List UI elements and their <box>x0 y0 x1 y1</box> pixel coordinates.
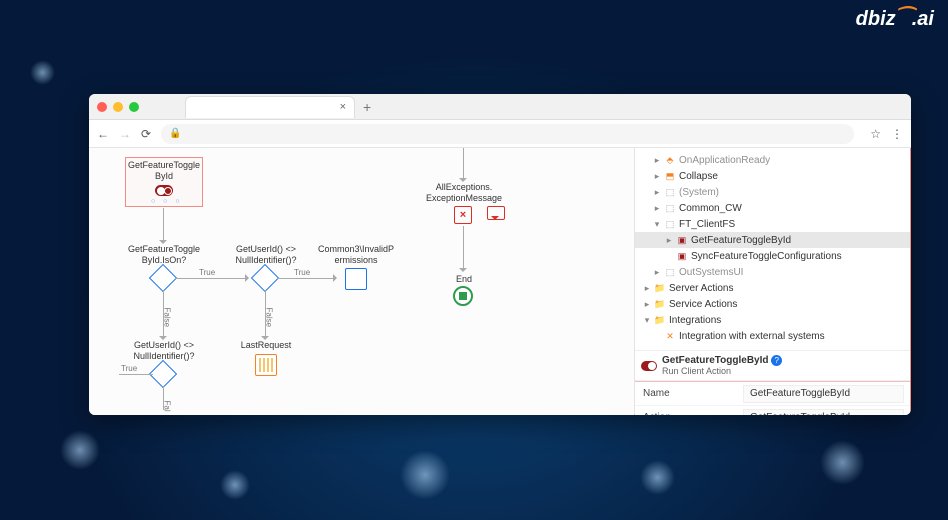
tree-item[interactable]: ▸⬘OnApplicationReady <box>635 152 910 168</box>
address-bar: ← → ⟳ 🔒 ☆ ⋮ <box>89 120 911 148</box>
menu-icon[interactable]: ⋮ <box>891 127 903 141</box>
edge-false: False <box>163 308 172 328</box>
tree-item[interactable]: ▸⬚OutSystemsUI <box>635 264 910 280</box>
node-decision3[interactable]: GetUserId() <> NullIdentifier()? <box>119 340 209 362</box>
browser-tab[interactable]: × <box>185 96 355 118</box>
message-icon <box>487 206 505 220</box>
window-close-dot[interactable] <box>97 102 107 112</box>
diamond-icon <box>251 264 279 292</box>
properties-grid: Name GetFeatureToggleById Action GetFeat… <box>635 381 910 415</box>
bookmark-icon[interactable]: ☆ <box>870 127 881 141</box>
reload-icon[interactable]: ⟳ <box>141 127 151 141</box>
diamond-icon <box>149 360 177 388</box>
tree-item-selected[interactable]: ▸▣GetFeatureToggleById <box>635 232 910 248</box>
prop-value-name[interactable]: GetFeatureToggleById <box>743 385 904 403</box>
back-icon[interactable]: ← <box>97 127 109 141</box>
tree-item[interactable]: ▸⬒Collapse <box>635 168 910 184</box>
section-subtitle: Run Client Action <box>662 366 782 376</box>
help-icon[interactable]: ? <box>771 355 782 366</box>
prop-row: Action GetFeatureToggleById <box>635 406 910 415</box>
node-decision1[interactable]: GetFeatureToggle ById.IsOn? <box>119 244 209 266</box>
prop-row: Name GetFeatureToggleById <box>635 382 910 406</box>
edge-true: True <box>294 268 310 277</box>
action-box-icon <box>345 268 367 290</box>
tree-item[interactable]: ▾⬚FT_ClientFS <box>635 216 910 232</box>
new-tab-button[interactable]: + <box>363 99 371 115</box>
flow-canvas[interactable]: GetFeatureToggle ById ○ ○ ○ GetFeatureTo… <box>89 148 634 415</box>
tree-item[interactable]: ▣SyncFeatureToggleConfigurations <box>635 248 910 264</box>
toggle-icon <box>641 361 657 371</box>
tab-close-icon[interactable]: × <box>340 101 346 113</box>
node-permissions[interactable]: Common3\InvalidP ermissions <box>311 244 401 266</box>
diamond-icon <box>149 264 177 292</box>
brand-logo: dbiz⁀.ai <box>856 6 934 31</box>
node-exception[interactable]: AllExceptions. ExceptionMessage <box>419 182 509 204</box>
edge-true: True <box>121 364 137 373</box>
section-title: GetFeatureToggleById <box>662 355 769 366</box>
tree-item[interactable]: ▸📁Server Actions <box>635 280 910 296</box>
edge-false: False <box>265 308 274 328</box>
toggle-icon <box>155 185 173 196</box>
section-header: GetFeatureToggleById ? Run Client Action <box>635 350 910 381</box>
tree-item[interactable]: ▸⬚Common_CW <box>635 200 910 216</box>
forward-icon[interactable]: → <box>119 127 131 141</box>
tree-item[interactable]: ▾📁Integrations <box>635 312 910 328</box>
prop-label: Action <box>635 412 743 415</box>
lock-icon: 🔒 <box>169 128 181 139</box>
window-titlebar: × + <box>89 94 911 120</box>
window-max-dot[interactable] <box>129 102 139 112</box>
edge-fal: Fal <box>163 401 172 412</box>
error-icon: × <box>454 206 472 224</box>
prop-value-action[interactable]: GetFeatureToggleById <box>743 409 904 416</box>
node-start[interactable]: GetFeatureToggle ById <box>119 160 209 182</box>
node-lastrequest[interactable]: LastRequest <box>221 340 311 351</box>
window-min-dot[interactable] <box>113 102 123 112</box>
tree-item[interactable]: ▸⬚(System) <box>635 184 910 200</box>
tree-view: ▸⬘OnApplicationReady ▸⬒Collapse ▸⬚(Syste… <box>635 148 910 350</box>
url-field[interactable]: 🔒 <box>161 124 854 144</box>
prop-label: Name <box>635 388 743 399</box>
browser-window: × + ← → ⟳ 🔒 ☆ ⋮ GetFeatureToggle ById ○ … <box>89 94 911 415</box>
tree-item[interactable]: ▸📁Service Actions <box>635 296 910 312</box>
properties-panel: ▸⬘OnApplicationReady ▸⬒Collapse ▸⬚(Syste… <box>634 148 911 415</box>
edge-true: True <box>199 268 215 277</box>
node-decision2[interactable]: GetUserId() <> NullIdentifier()? <box>221 244 311 266</box>
node-end[interactable]: End <box>419 274 509 285</box>
end-icon <box>453 286 473 306</box>
tree-item[interactable]: ✕Integration with external systems <box>635 328 910 344</box>
